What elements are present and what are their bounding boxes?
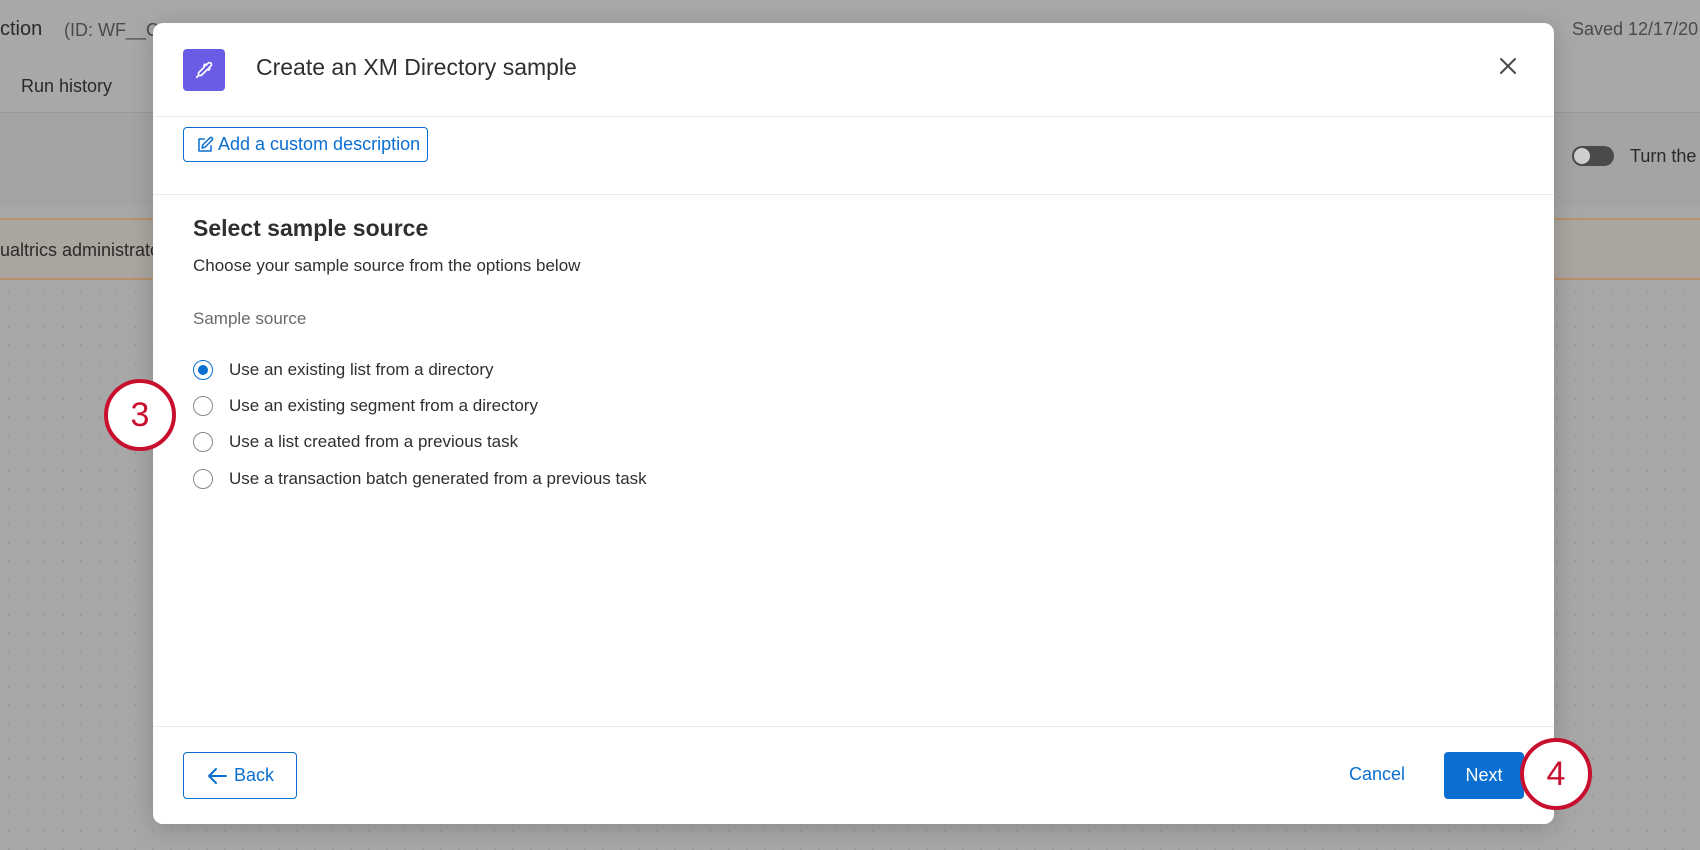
close-button[interactable] bbox=[1493, 51, 1523, 81]
radio-button[interactable] bbox=[193, 469, 213, 489]
modal-title: Create an XM Directory sample bbox=[256, 54, 577, 80]
radio-option-previous-task-list[interactable]: Use a list created from a previous task bbox=[193, 428, 518, 456]
next-button[interactable]: Next bbox=[1444, 752, 1524, 799]
radio-label: Use an existing segment from a directory bbox=[229, 396, 538, 415]
radio-button[interactable] bbox=[193, 396, 213, 416]
radio-label: Use a transaction batch generated from a… bbox=[229, 469, 647, 488]
modal-footer bbox=[153, 726, 1554, 824]
create-sample-modal: Create an XM Directory sample Add a cust… bbox=[153, 23, 1554, 824]
radio-option-existing-list[interactable]: Use an existing list from a directory bbox=[193, 356, 494, 384]
step-4-callout: 4 bbox=[1520, 738, 1592, 810]
workflow-title: ction bbox=[0, 18, 43, 40]
workflow-toggle-label: Turn the bbox=[1630, 146, 1697, 166]
edit-icon bbox=[198, 136, 214, 152]
tab-run-history: Run history bbox=[21, 76, 113, 96]
back-label: Back bbox=[233, 765, 275, 785]
step-3-callout: 3 bbox=[104, 379, 176, 451]
admin-banner-text: ualtrics administrato bbox=[0, 240, 161, 260]
radio-button[interactable] bbox=[193, 432, 213, 452]
add-description-label: Add a custom description bbox=[218, 134, 421, 154]
back-button[interactable]: Back bbox=[183, 752, 297, 799]
close-icon bbox=[1500, 58, 1516, 74]
section-subtitle: Choose your sample source from the optio… bbox=[193, 256, 581, 275]
workflow-toggle bbox=[1572, 146, 1614, 166]
section-title: Select sample source bbox=[193, 215, 429, 241]
radio-option-transaction-batch[interactable]: Use a transaction batch generated from a… bbox=[193, 465, 647, 493]
radio-label: Use a list created from a previous task bbox=[229, 432, 519, 451]
cancel-button[interactable]: Cancel bbox=[1349, 764, 1405, 785]
next-label: Next bbox=[1465, 765, 1503, 785]
radio-label: Use an existing list from a directory bbox=[229, 360, 494, 379]
radio-button[interactable] bbox=[193, 360, 213, 380]
sample-source-label: Sample source bbox=[193, 309, 307, 328]
arrow-left-icon bbox=[207, 767, 227, 784]
add-description-button[interactable]: Add a custom description bbox=[183, 127, 428, 162]
workflow-id: (ID: WF__C bbox=[64, 20, 160, 40]
eyedropper-icon bbox=[183, 49, 225, 91]
saved-status: Saved 12/17/20 bbox=[1572, 19, 1699, 39]
radio-option-existing-segment[interactable]: Use an existing segment from a directory bbox=[193, 392, 538, 420]
